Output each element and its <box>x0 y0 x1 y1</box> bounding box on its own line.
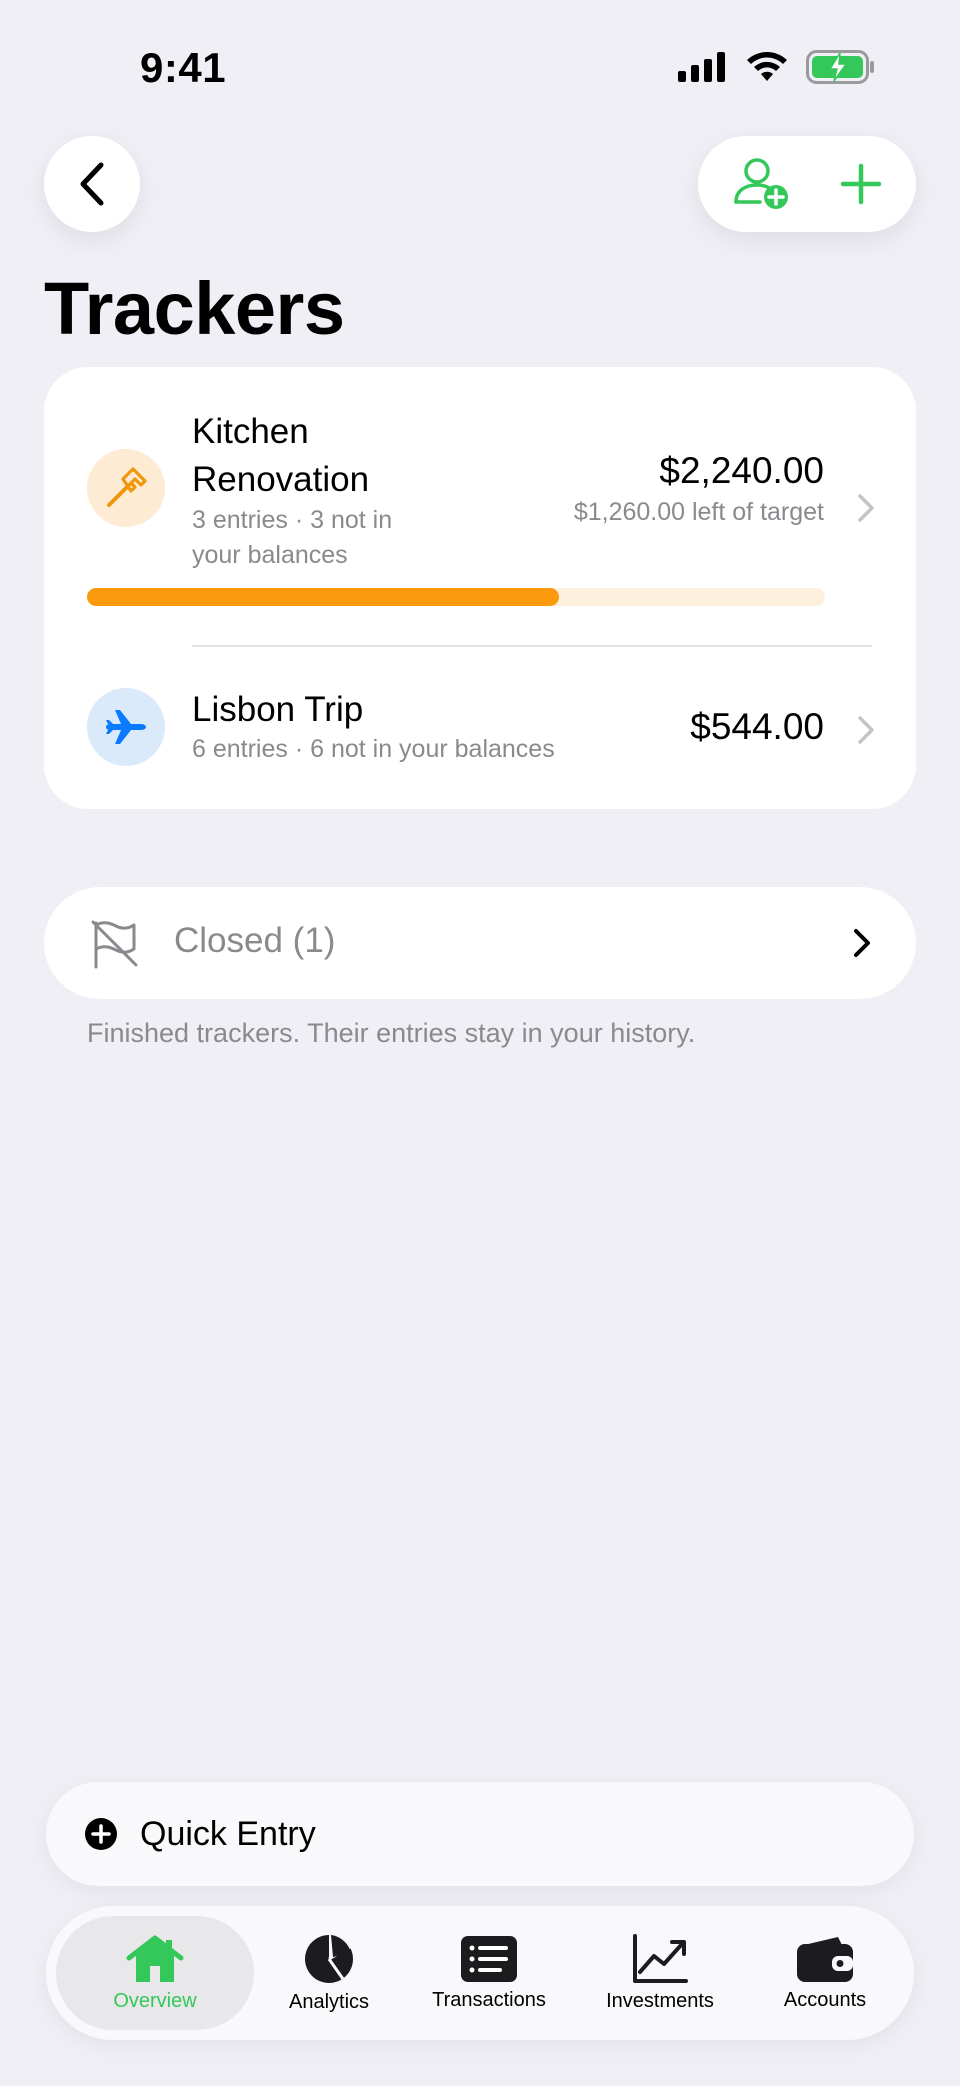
closed-trackers-row[interactable]: Closed (1) <box>44 887 916 999</box>
house-icon <box>126 1935 184 1982</box>
tab-overview[interactable]: Overview <box>56 1906 254 2040</box>
status-time: 9:41 <box>140 44 227 91</box>
chevron-right-icon <box>858 716 874 744</box>
chevron-left-icon <box>80 162 104 206</box>
tracker-name-line1: Kitchen <box>192 412 309 451</box>
row-divider <box>192 645 872 647</box>
tab-label: Analytics <box>288 1990 370 2013</box>
tracker-subtitle-line1: 3 entries · 3 not in <box>192 506 393 534</box>
tab-label: Overview <box>113 1989 197 2012</box>
header-actions <box>698 136 916 232</box>
tracker-progress-bar <box>87 588 825 606</box>
chevron-right-icon <box>858 494 874 522</box>
tab-investments[interactable]: Investments <box>574 1906 746 2040</box>
hammer-icon <box>107 467 147 507</box>
closed-footnote: Finished trackers. Their entries stay in… <box>87 1018 696 1048</box>
tab-transactions[interactable]: Transactions <box>404 1906 574 2040</box>
tracker-name-line2: Renovation <box>192 460 370 499</box>
quick-entry-button[interactable]: Quick Entry <box>46 1782 914 1886</box>
status-icons <box>678 50 876 84</box>
trend-chart-icon <box>633 1933 688 1983</box>
add-person-button[interactable] <box>732 156 792 212</box>
cellular-signal-icon <box>678 52 725 82</box>
tracker-amount: $2,240.00 <box>659 450 824 491</box>
add-tracker-button[interactable] <box>839 162 883 206</box>
tab-label: Transactions <box>432 1988 546 2011</box>
tracker-row-lisbon-trip[interactable]: Lisbon Trip 6 entries · 6 not in your ba… <box>44 660 916 790</box>
page-title: Trackers <box>44 267 345 350</box>
tracker-icon-badge <box>87 688 165 766</box>
airplane-icon <box>106 710 146 744</box>
list-icon <box>461 1935 517 1982</box>
wifi-icon <box>747 52 787 81</box>
flag-slash-icon <box>91 920 138 969</box>
tracker-name: Lisbon Trip <box>192 690 364 729</box>
plus-icon <box>840 163 881 205</box>
closed-label: Closed (1) <box>174 921 336 960</box>
tab-analytics[interactable]: Analytics <box>254 1906 404 2040</box>
wallet-icon <box>797 1936 853 1982</box>
back-button[interactable] <box>44 136 140 232</box>
tracker-row-kitchen-renovation[interactable]: Kitchen Renovation 3 entries · 3 not in … <box>44 400 916 620</box>
tab-label: Investments <box>606 1989 714 2012</box>
tracker-icon-badge <box>87 449 165 527</box>
tab-label: Accounts <box>783 1988 867 2011</box>
tracker-amount: $544.00 <box>690 706 824 747</box>
pie-chart-icon <box>305 1934 353 1983</box>
tab-bar: Overview Analytics Transactions Investme… <box>46 1906 914 2040</box>
tracker-target-note: $1,260.00 left of target <box>573 498 824 526</box>
tab-accounts[interactable]: Accounts <box>746 1906 904 2040</box>
tracker-subtitle: 6 entries · 6 not in your balances <box>192 735 555 763</box>
quick-entry-label: Quick Entry <box>140 1814 316 1853</box>
person-add-icon <box>733 158 788 209</box>
battery-charging-icon <box>806 50 874 84</box>
tracker-progress-fill <box>87 588 560 606</box>
plus-circle-icon <box>85 1818 117 1850</box>
tracker-subtitle-line2: your balances <box>192 541 348 569</box>
chevron-right-icon <box>854 929 870 957</box>
